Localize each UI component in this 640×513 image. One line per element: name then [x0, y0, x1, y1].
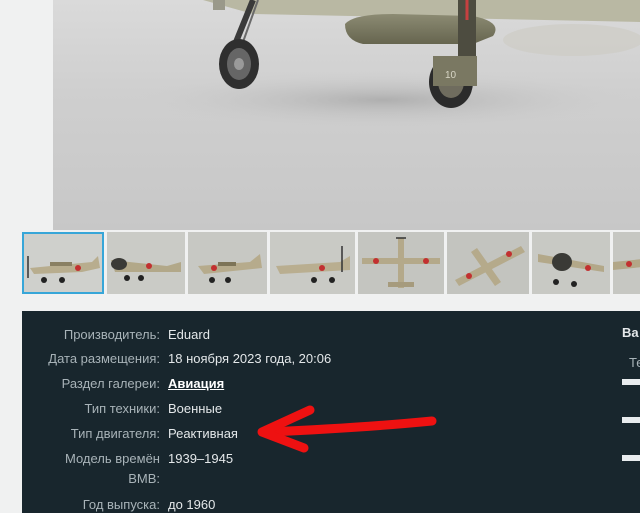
spec-label: Раздел галереи: — [61, 376, 160, 391]
thumbnail-7[interactable] — [532, 232, 610, 294]
spec-label: Тип техники: — [84, 401, 160, 416]
thumbnail-1[interactable] — [22, 232, 104, 294]
spec-value: до 1960 — [168, 497, 216, 512]
spec-value: Реактивная — [168, 426, 238, 441]
thumbnail-3[interactable] — [188, 232, 267, 294]
svg-text:10: 10 — [445, 70, 457, 81]
spec-value: Авиация — [168, 374, 224, 394]
spec-label: Год выпуска: — [82, 497, 160, 512]
thumbnail-strip — [22, 231, 640, 295]
aircraft-underside-view-icon — [447, 232, 529, 294]
aircraft-front-left-view-icon — [107, 232, 185, 294]
right-column-title: Ва — [622, 325, 639, 340]
spec-label-line2: ВМВ: — [128, 471, 160, 486]
rating-bar[interactable] — [622, 455, 640, 461]
thumbnail-5[interactable] — [358, 232, 444, 294]
aircraft-front-view-icon — [532, 232, 610, 294]
aircraft-side-view-icon — [22, 232, 104, 294]
spec-row-engine-type: Тип двигателя: Реактивная — [22, 424, 238, 444]
spec-label: Модель времён ВМВ: — [22, 449, 168, 489]
aircraft-side-view-icon — [270, 232, 355, 294]
aircraft-top-view-icon — [358, 232, 444, 294]
spec-value: Eduard — [168, 327, 210, 342]
spec-row-year: Год выпуска: до 1960 — [22, 495, 216, 513]
spec-row-manufacturer: Производитель: Eduard — [22, 325, 210, 345]
spec-label: Дата размещения: — [48, 351, 160, 366]
spec-value: 1939–1945 — [168, 451, 234, 466]
aircraft-model-photo-icon: 10 — [123, 0, 640, 130]
main-photo[interactable]: 10 — [53, 0, 640, 230]
spec-row-section: Раздел галереи: Авиация — [22, 374, 225, 394]
thumbnail-8[interactable] — [613, 232, 640, 294]
right-column-subtitle: Те — [629, 355, 640, 370]
thumbnail-4[interactable] — [270, 232, 355, 294]
info-panel: Производитель: Eduard Дата размещения: 1… — [22, 311, 640, 513]
aircraft-partial-view-icon — [613, 232, 640, 294]
spec-label: Тип двигателя: — [70, 426, 160, 441]
aircraft-side-view-icon — [188, 232, 267, 294]
spec-row-era: Модель времён ВМВ: 1939–1945 — [22, 449, 233, 489]
spec-value: Военные — [168, 401, 223, 416]
thumbnail-2[interactable] — [107, 232, 185, 294]
rating-bar[interactable] — [622, 417, 640, 423]
spec-row-tech-type: Тип техники: Военные — [22, 399, 222, 419]
spec-row-date: Дата размещения: 18 ноября 2023 года, 20… — [22, 349, 331, 369]
spec-value: 18 ноября 2023 года, 20:06 — [168, 351, 332, 366]
spec-label-line1: Модель времён — [65, 451, 160, 466]
rating-bar[interactable] — [622, 379, 640, 385]
left-rail — [0, 0, 22, 513]
section-link[interactable]: Авиация — [168, 376, 224, 391]
spec-label: Производитель: — [63, 327, 160, 342]
thumbnail-6[interactable] — [447, 232, 529, 294]
